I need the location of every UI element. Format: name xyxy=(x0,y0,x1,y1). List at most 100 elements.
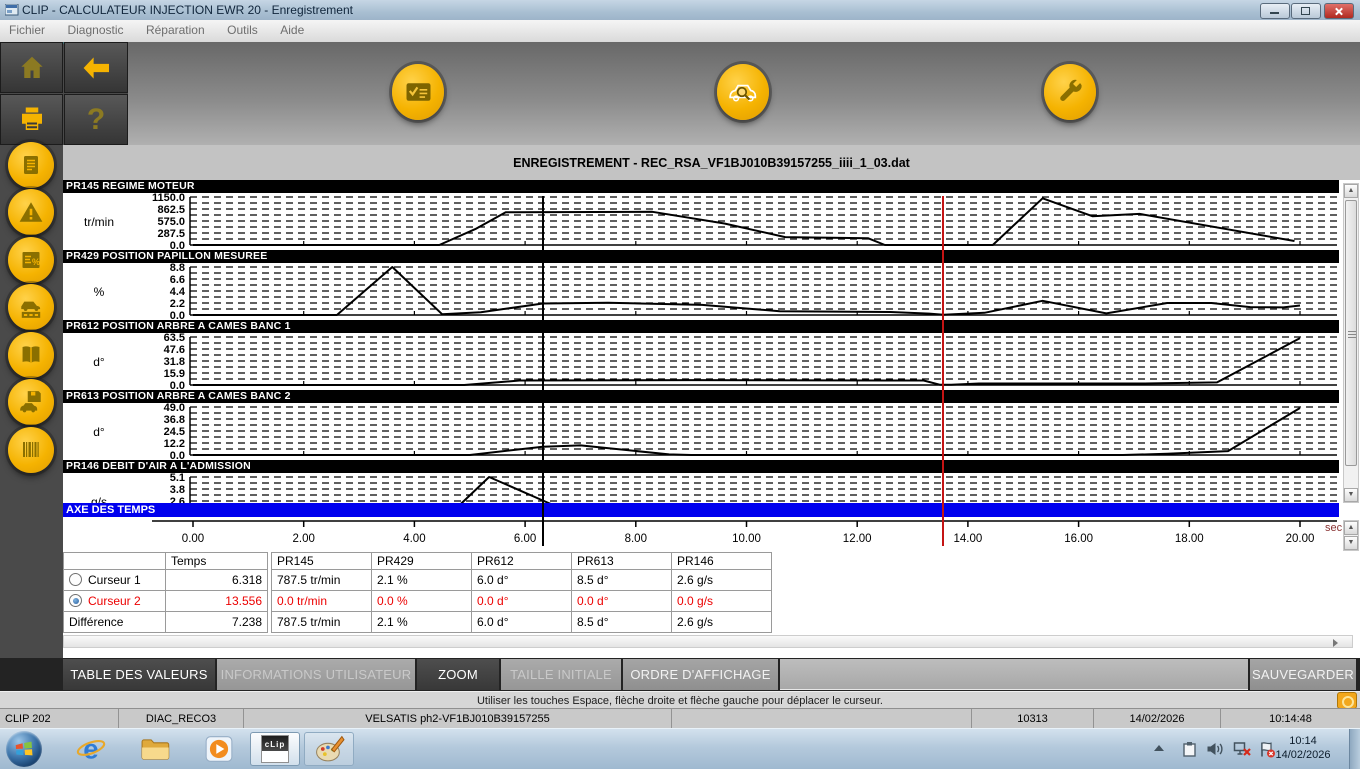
chart-title-pr429: PR429 POSITION PAPILLON MESUREE xyxy=(63,250,1339,263)
menu-fichier[interactable]: Fichier xyxy=(0,20,54,40)
restore-button[interactable] xyxy=(1291,3,1321,19)
svg-text:49.0: 49.0 xyxy=(164,402,185,414)
report-button[interactable] xyxy=(8,142,54,188)
axis-scroll-down-icon[interactable]: ▼ xyxy=(1344,536,1358,550)
status-vehicle: VELSATIS ph2-VF1BJ010B39157255 xyxy=(244,709,672,728)
back-arrow-icon xyxy=(80,55,112,81)
svg-text:6.6: 6.6 xyxy=(170,274,185,286)
svg-text:4.4: 4.4 xyxy=(170,286,186,298)
save-vehicle-icon xyxy=(18,389,44,415)
show-hidden-icons[interactable] xyxy=(1154,745,1164,751)
scroll-right-icon[interactable] xyxy=(1333,639,1338,647)
menu-bar: Fichier Diagnostic Réparation Outils Aid… xyxy=(0,20,1360,44)
taskbar-media-player[interactable] xyxy=(202,733,236,765)
help-button[interactable]: ? xyxy=(64,94,128,145)
table-des-valeurs-button[interactable]: TABLE DES VALEURS xyxy=(63,659,215,690)
scroll-up-icon[interactable]: ▲ xyxy=(1344,184,1358,198)
manual-button[interactable] xyxy=(8,332,54,378)
charts-vertical-scrollbar[interactable]: ▲ ▼ xyxy=(1343,183,1359,503)
table-cell: 2.1 % xyxy=(372,612,472,633)
menu-reparation[interactable]: Réparation xyxy=(137,20,214,40)
measurements-button[interactable]: % xyxy=(8,237,54,283)
chart-title-pr146: PR146 DEBIT D'AIR A L'ADMISSION xyxy=(63,460,1339,473)
cursor2-radio[interactable] xyxy=(69,594,82,607)
chart-title-pr612: PR612 POSITION ARBRE A CAMES BANC 1 xyxy=(63,320,1339,333)
svg-text:31.8: 31.8 xyxy=(164,356,185,368)
cursor-table-values: PR145 PR429 PR612 PR613 PR146 787.5 tr/m… xyxy=(271,552,772,633)
sauvegarder-button[interactable]: SAUVEGARDER xyxy=(1250,659,1356,690)
svg-text:14.00: 14.00 xyxy=(954,533,983,545)
time-axis: 0.002.004.006.008.0010.0012.0014.0016.00… xyxy=(63,517,1360,552)
table-cell: 6.0 d° xyxy=(472,612,572,633)
zoom-button[interactable]: ZOOM xyxy=(417,659,499,690)
minimize-button[interactable] xyxy=(1260,3,1290,19)
barcode-icon xyxy=(19,438,43,462)
svg-text:d°: d° xyxy=(93,355,105,369)
clipboard-icon xyxy=(1181,741,1198,758)
axis-scroll-up-icon[interactable]: ▲ xyxy=(1344,521,1358,535)
table-cell: 0.0 d° xyxy=(472,591,572,612)
back-button[interactable] xyxy=(64,42,128,93)
svg-text:sec: sec xyxy=(1325,522,1343,534)
media-player-icon xyxy=(204,734,234,764)
chart-title-pr613: PR613 POSITION ARBRE A CAMES BANC 2 xyxy=(63,390,1339,403)
save-vehicle-button[interactable] xyxy=(8,379,54,425)
print-button[interactable] xyxy=(0,94,63,145)
svg-text:862.5: 862.5 xyxy=(157,204,185,216)
cursor-1-line[interactable] xyxy=(542,196,544,546)
table-cell: 6.0 d° xyxy=(472,570,572,591)
table-horizontal-scrollbar[interactable] xyxy=(63,635,1353,648)
table-cell: 787.5 tr/min xyxy=(272,612,372,633)
menu-outils[interactable]: Outils xyxy=(218,20,267,40)
taskbar-clip-app[interactable]: cLip xyxy=(250,732,300,766)
svg-text:8.8: 8.8 xyxy=(170,262,185,274)
difference-temps: 7.238 xyxy=(166,612,268,633)
vehicle-ecu-button[interactable] xyxy=(8,284,54,330)
table-cell: 2.6 g/s xyxy=(672,570,772,591)
windows-taskbar: e cLip xyxy=(0,728,1360,769)
svg-text:15.9: 15.9 xyxy=(164,368,185,380)
start-button[interactable] xyxy=(6,731,42,767)
show-desktop-button[interactable] xyxy=(1349,729,1360,769)
home-button[interactable] xyxy=(0,42,63,93)
barcode-button[interactable] xyxy=(8,427,54,473)
repair-button[interactable] xyxy=(1044,64,1096,120)
tray-clipboard[interactable] xyxy=(1181,741,1198,763)
cursor1-radio[interactable] xyxy=(69,573,82,586)
windows-logo-icon xyxy=(14,739,34,759)
cursor1-label: Curseur 1 xyxy=(88,573,141,587)
close-button[interactable] xyxy=(1324,3,1354,19)
menu-aide[interactable]: Aide xyxy=(271,20,313,40)
tray-network[interactable] xyxy=(1233,741,1252,763)
cursor-2-line[interactable] xyxy=(942,196,944,546)
ordre-d-affichage-button[interactable]: ORDRE D'AFFICHAGE xyxy=(623,659,778,690)
taskbar-internet-explorer[interactable]: e xyxy=(74,733,108,765)
warning-button[interactable] xyxy=(8,189,54,235)
taskbar-paint[interactable] xyxy=(304,732,354,766)
time-axis-banner: AXE DES TEMPS xyxy=(63,503,1339,517)
svg-text:16.00: 16.00 xyxy=(1064,533,1093,545)
pr613-header: PR613 xyxy=(572,553,672,570)
status-code: 10313 xyxy=(972,709,1094,728)
svg-text:4.00: 4.00 xyxy=(403,533,425,545)
status-empty xyxy=(672,709,972,728)
chevron-up-icon xyxy=(1154,745,1164,751)
scrollbar-thumb[interactable] xyxy=(1345,200,1357,466)
action-bar: TABLE DES VALEURS INFORMATIONS UTILISATE… xyxy=(0,658,1360,691)
svg-text:1150.0: 1150.0 xyxy=(152,192,185,204)
vehicle-diagnostic-button[interactable] xyxy=(717,64,769,120)
record-title-bar: ENREGISTREMENT - REC_RSA_VF1BJ010B391572… xyxy=(63,145,1360,181)
chart-plot-pr145: 1150.0862.5575.0287.50.0tr/min xyxy=(63,193,1360,250)
menu-diagnostic[interactable]: Diagnostic xyxy=(58,20,132,40)
axis-scrollbar[interactable]: ▲ ▼ xyxy=(1343,520,1359,551)
scroll-down-icon[interactable]: ▼ xyxy=(1344,488,1358,502)
taskbar-clock[interactable]: 10:14 14/02/2026 xyxy=(1264,734,1342,762)
tray-volume[interactable] xyxy=(1206,741,1224,762)
status-time: 10:14:48 xyxy=(1221,709,1360,728)
status-clip-version: CLIP 202 xyxy=(0,709,119,728)
svg-text:%: % xyxy=(94,285,105,299)
hint-bar: Utiliser les touches Espace, flèche droi… xyxy=(0,691,1360,709)
svg-text:2.2: 2.2 xyxy=(170,298,185,310)
checklist-button[interactable] xyxy=(392,64,444,120)
taskbar-explorer[interactable] xyxy=(138,733,172,765)
